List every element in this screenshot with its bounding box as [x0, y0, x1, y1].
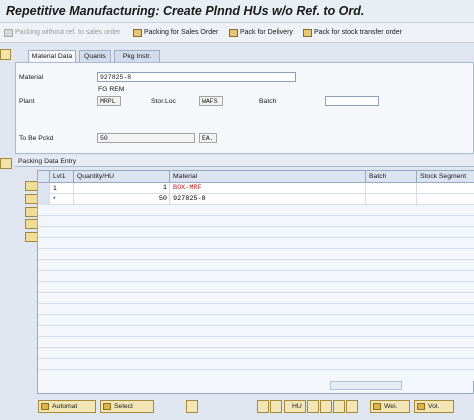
column-header-batch[interactable]: Batch	[366, 171, 417, 183]
empty-row	[38, 337, 474, 348]
tab-pkg-instr[interactable]: Pkg Instr.	[114, 50, 160, 62]
packing-for-sales-order-button[interactable]: Packing for Sales Order	[133, 27, 218, 39]
empty-row	[38, 315, 474, 326]
packing-data-table: Lvl1 Quantity/HU Material Batch Stock Se…	[37, 170, 474, 394]
lvl-cell[interactable]: *	[50, 194, 74, 205]
batch-label: Batch	[259, 98, 277, 105]
plant-label: Plant	[19, 98, 35, 105]
quantity-cell[interactable]: 1	[74, 183, 170, 194]
empty-row	[38, 216, 474, 227]
at-icon[interactable]	[0, 158, 12, 169]
table-row[interactable]: * 50 927825-8	[38, 194, 474, 205]
package-icon	[229, 29, 238, 37]
material-description: FG REM	[98, 86, 125, 93]
pack-for-delivery-button[interactable]: Pack for Delivery	[229, 27, 293, 39]
pack-for-delivery-label: Pack for Delivery	[240, 29, 293, 36]
empty-row	[38, 271, 474, 282]
weight-button[interactable]: Wei.	[370, 400, 410, 413]
stor-loc-field[interactable]: WAFS	[199, 96, 223, 106]
batch-cell[interactable]	[366, 194, 417, 205]
table-header: Lvl1 Quantity/HU Material Batch Stock Se…	[38, 171, 474, 183]
hu-up-icon[interactable]	[333, 400, 345, 413]
packing-without-ref-label: Packing without ref. to sales order	[15, 29, 121, 36]
hu-left-icon[interactable]	[307, 400, 319, 413]
empty-row	[38, 205, 474, 216]
packing-without-ref-button[interactable]: Packing without ref. to sales order	[4, 27, 120, 39]
horizontal-scrollbar[interactable]	[330, 381, 402, 390]
select-icon	[103, 403, 111, 410]
tab-quants[interactable]: Quants	[79, 50, 111, 62]
title-bar: Repetitive Manufacturing: Create Plnnd H…	[0, 0, 474, 23]
empty-row	[38, 227, 474, 238]
material-field[interactable]: 927825-8	[97, 72, 296, 82]
select-column-header[interactable]	[38, 171, 50, 183]
packing-for-sales-order-label: Packing for Sales Order	[144, 29, 219, 36]
to-be-pckd-label: To Be Pckd	[19, 135, 54, 142]
delete-icon[interactable]	[257, 400, 269, 413]
batch-cell[interactable]	[366, 183, 417, 194]
hu-right-icon[interactable]	[320, 400, 332, 413]
package-icon	[4, 29, 13, 37]
hu-down-icon[interactable]	[346, 400, 358, 413]
material-cell[interactable]: 927825-8	[170, 194, 366, 205]
copy-icon[interactable]	[270, 400, 282, 413]
packing-data-entry-header: Packing Data Entry	[15, 156, 474, 167]
column-header-quantity[interactable]: Quantity/HU	[74, 171, 170, 183]
column-header-material[interactable]: Material	[170, 171, 366, 183]
quantity-cell[interactable]: 50	[74, 194, 170, 205]
empty-row	[38, 359, 474, 370]
pack-for-stock-transfer-button[interactable]: Pack for stock transfer order	[303, 27, 402, 39]
volume-icon	[417, 403, 425, 410]
table-row[interactable]: 1 1 BOX-MRF	[38, 183, 474, 194]
automat-icon	[41, 403, 49, 410]
volume-button[interactable]: Vol.	[414, 400, 454, 413]
hu-overview-icon[interactable]	[0, 49, 11, 60]
empty-row	[38, 370, 474, 381]
empty-row	[38, 348, 474, 359]
weight-label: Wei.	[384, 403, 398, 410]
empty-row	[38, 238, 474, 249]
select-label: Select	[114, 403, 133, 410]
material-cell[interactable]: BOX-MRF	[170, 183, 366, 194]
stock-segment-cell[interactable]	[417, 194, 474, 205]
empty-row	[38, 326, 474, 337]
stor-loc-label: Stor.Loc	[151, 98, 176, 105]
select-button[interactable]: Select	[100, 400, 154, 413]
plant-field[interactable]: MRPL	[97, 96, 121, 106]
automat-label: Automat	[52, 403, 78, 410]
page-title: Repetitive Manufacturing: Create Plnnd H…	[6, 4, 365, 18]
empty-row	[38, 260, 474, 271]
empty-row	[38, 282, 474, 293]
application-toolbar: Packing without ref. to sales order Pack…	[0, 23, 474, 43]
package-icon	[303, 29, 312, 37]
hu-button[interactable]: HU	[284, 400, 306, 413]
stock-segment-cell[interactable]	[417, 183, 474, 194]
row-selector[interactable]	[38, 183, 50, 194]
empty-row	[38, 304, 474, 315]
package-icon	[133, 29, 142, 37]
save-icon[interactable]	[186, 400, 198, 413]
column-header-lvl1[interactable]: Lvl1	[50, 171, 74, 183]
material-label: Material	[19, 74, 44, 81]
weight-icon	[373, 403, 381, 410]
pack-for-stock-transfer-label: Pack for stock transfer order	[314, 29, 402, 36]
row-selector[interactable]	[38, 194, 50, 205]
empty-row	[38, 249, 474, 260]
column-header-stock-segment[interactable]: Stock Segment	[417, 171, 474, 183]
empty-row	[38, 293, 474, 304]
uom-field[interactable]: EA.	[199, 133, 217, 143]
lvl-cell[interactable]: 1	[50, 183, 74, 194]
automat-button[interactable]: Automat	[38, 400, 96, 413]
batch-field[interactable]	[325, 96, 379, 106]
volume-label: Vol.	[428, 403, 440, 410]
to-be-pckd-field[interactable]: 50	[97, 133, 195, 143]
